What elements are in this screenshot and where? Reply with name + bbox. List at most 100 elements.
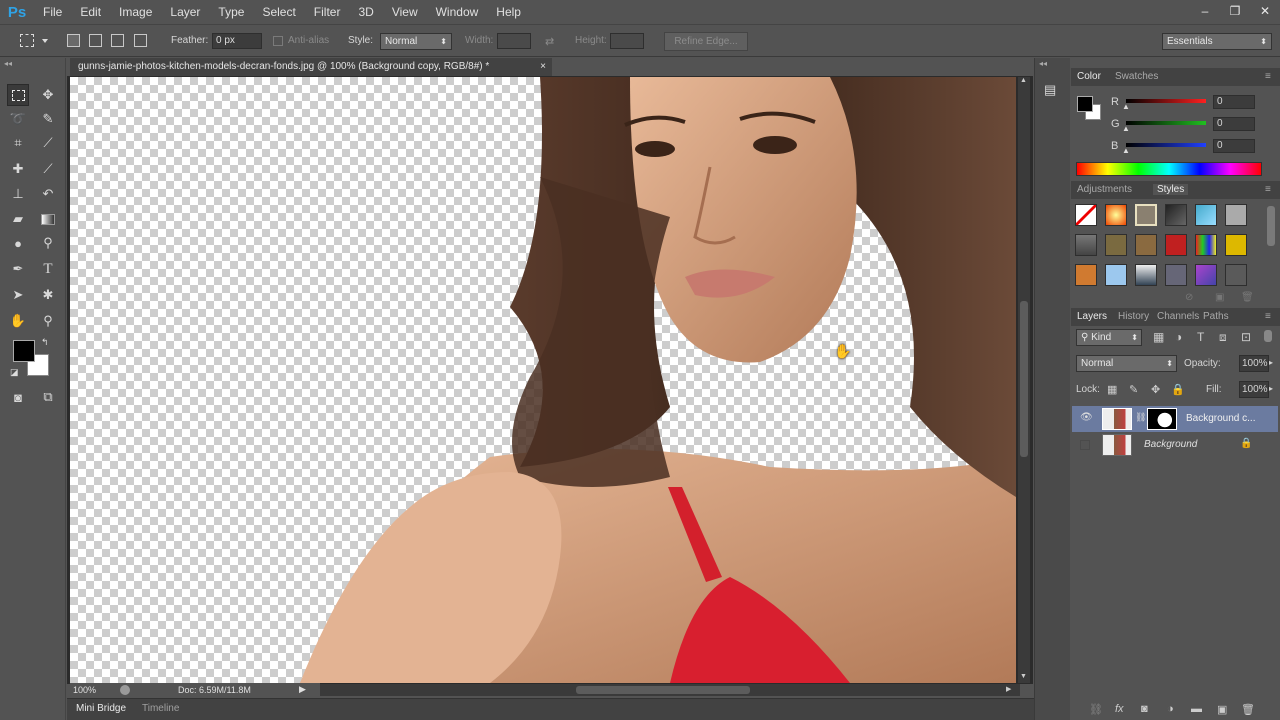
vertical-scroll-thumb[interactable]: [1020, 301, 1028, 457]
green-channel-slider[interactable]: [1126, 121, 1206, 125]
horizontal-scrollbar[interactable]: ◀ ▶: [308, 684, 1020, 696]
healing-brush-tool-icon[interactable]: ✚: [7, 158, 29, 180]
blue-channel-input[interactable]: 0: [1213, 139, 1255, 153]
menu-help[interactable]: Help: [487, 0, 530, 24]
type-tool-icon[interactable]: T: [37, 258, 59, 280]
vertical-scroll-down-icon[interactable]: ▼: [1020, 673, 1027, 680]
color-spectrum-bar[interactable]: [1076, 162, 1262, 176]
green-slider-thumb-icon[interactable]: ▲: [1122, 124, 1130, 133]
tab-mini-bridge[interactable]: Mini Bridge: [76, 703, 126, 714]
pen-tool-icon[interactable]: ✒: [7, 258, 29, 280]
style-swatch-icon[interactable]: [1105, 234, 1127, 256]
eraser-tool-icon[interactable]: ▰: [7, 208, 29, 230]
menu-layer[interactable]: Layer: [161, 0, 209, 24]
new-layer-icon[interactable]: ▣: [1217, 703, 1227, 716]
path-selection-tool-icon[interactable]: ➤: [7, 284, 29, 306]
width-input[interactable]: [497, 33, 531, 49]
style-swatch-icon[interactable]: [1135, 264, 1157, 286]
hand-tool-icon[interactable]: ✋: [7, 310, 29, 332]
opacity-dropdown-icon[interactable]: ▸: [1269, 358, 1273, 367]
tab-layers[interactable]: Layers: [1077, 311, 1107, 322]
visibility-eye-icon[interactable]: 👁: [1080, 412, 1093, 423]
menu-filter[interactable]: Filter: [305, 0, 350, 24]
lasso-tool-icon[interactable]: ➰: [7, 108, 29, 130]
blue-slider-thumb-icon[interactable]: ▲: [1122, 146, 1130, 155]
color-foreground-swatch[interactable]: [1077, 96, 1093, 112]
marquee-preset-icon[interactable]: [20, 34, 34, 47]
screen-mode-icon[interactable]: ⧉: [37, 386, 59, 408]
vertical-scroll-up-icon[interactable]: ▲: [1020, 77, 1027, 84]
link-layers-icon[interactable]: ⛓: [1089, 703, 1103, 716]
blur-tool-icon[interactable]: ●: [7, 232, 29, 254]
styles-scrollbar[interactable]: [1267, 206, 1275, 246]
zoom-tool-icon[interactable]: ⚲: [37, 310, 59, 332]
blue-channel-slider[interactable]: [1126, 143, 1206, 147]
style-swatch-icon[interactable]: [1135, 204, 1157, 226]
status-menu-icon[interactable]: ▶: [299, 684, 306, 695]
preset-dropdown-icon[interactable]: [42, 39, 48, 43]
style-swatch-icon[interactable]: [1165, 204, 1187, 226]
menu-select[interactable]: Select: [253, 0, 304, 24]
style-none-icon[interactable]: [1075, 204, 1097, 226]
lock-all-icon[interactable]: 🔒: [1171, 383, 1185, 396]
zoom-level[interactable]: 100%: [73, 685, 96, 695]
style-swatch-icon[interactable]: [1165, 234, 1187, 256]
menu-3d[interactable]: 3D: [349, 0, 382, 24]
visibility-toggle-empty[interactable]: [1080, 440, 1090, 450]
menu-type[interactable]: Type: [209, 0, 253, 24]
add-selection-icon[interactable]: [89, 34, 102, 47]
style-swatch-icon[interactable]: [1105, 204, 1127, 226]
close-document-icon[interactable]: ×: [540, 58, 546, 76]
tab-color[interactable]: Color: [1077, 71, 1101, 82]
tab-timeline[interactable]: Timeline: [142, 703, 179, 714]
swap-icon[interactable]: ⇄: [545, 35, 554, 48]
menu-edit[interactable]: Edit: [71, 0, 110, 24]
horizontal-scroll-thumb[interactable]: [576, 686, 750, 694]
shape-tool-icon[interactable]: ✱: [37, 284, 59, 306]
delete-style-icon[interactable]: 🗑: [1241, 292, 1254, 303]
refine-edge-button[interactable]: Refine Edge...: [664, 32, 748, 51]
tab-channels[interactable]: Channels: [1157, 311, 1199, 322]
layer-filter-select[interactable]: ⚲ Kind ⬍: [1076, 329, 1142, 346]
style-swatch-icon[interactable]: [1195, 264, 1217, 286]
status-info-icon[interactable]: [120, 685, 130, 695]
tab-swatches[interactable]: Swatches: [1115, 71, 1158, 82]
filter-adjustment-icon[interactable]: ◑: [1175, 330, 1182, 344]
filter-shape-icon[interactable]: ⧈: [1219, 330, 1227, 345]
style-swatch-icon[interactable]: [1195, 204, 1217, 226]
add-mask-icon[interactable]: ◙: [1141, 703, 1148, 715]
crop-tool-icon[interactable]: ⌗: [7, 132, 29, 154]
menu-window[interactable]: Window: [427, 0, 488, 24]
red-channel-input[interactable]: 0: [1213, 95, 1255, 109]
vertical-scrollbar[interactable]: ▲ ▼: [1018, 77, 1030, 683]
quick-mask-icon[interactable]: ◙: [7, 386, 29, 408]
history-panel-icon[interactable]: ▤: [1044, 82, 1062, 98]
subtract-selection-icon[interactable]: [111, 34, 124, 47]
style-select[interactable]: Normal ⬍: [380, 33, 452, 50]
menu-file[interactable]: File: [34, 0, 71, 24]
style-swatch-icon[interactable]: [1135, 234, 1157, 256]
fill-dropdown-icon[interactable]: ▸: [1269, 384, 1273, 393]
new-group-icon[interactable]: ▬: [1191, 703, 1202, 715]
tab-history[interactable]: History: [1118, 311, 1149, 322]
move-tool-icon[interactable]: ✥: [37, 84, 59, 106]
new-style-icon[interactable]: ▣: [1215, 292, 1224, 303]
close-window-button[interactable]: ✕: [1250, 0, 1280, 22]
workspace-select[interactable]: Essentials ⬍: [1162, 33, 1272, 50]
document-tab[interactable]: gunns-jamie-photos-kitchen-models-decran…: [70, 58, 552, 76]
blend-mode-select[interactable]: Normal ⬍: [1076, 355, 1177, 372]
chain-link-icon[interactable]: ⛓: [1135, 412, 1146, 423]
panel-menu-icon[interactable]: ≡: [1265, 71, 1271, 82]
adjustment-layer-icon[interactable]: ◑: [1167, 703, 1174, 715]
style-swatch-icon[interactable]: [1195, 234, 1217, 256]
fill-input[interactable]: 100%: [1239, 381, 1269, 398]
menu-view[interactable]: View: [383, 0, 427, 24]
foreground-color-swatch[interactable]: [13, 340, 35, 362]
lock-transparency-icon[interactable]: ▦: [1107, 383, 1117, 396]
style-swatch-icon[interactable]: [1165, 264, 1187, 286]
collapse-toolbox-icon[interactable]: ◂◂: [4, 59, 12, 68]
layer-mask-thumbnail[interactable]: [1147, 408, 1177, 430]
tab-styles[interactable]: Styles: [1153, 184, 1189, 195]
layer-style-icon[interactable]: fx: [1115, 703, 1124, 715]
height-input[interactable]: [610, 33, 644, 49]
